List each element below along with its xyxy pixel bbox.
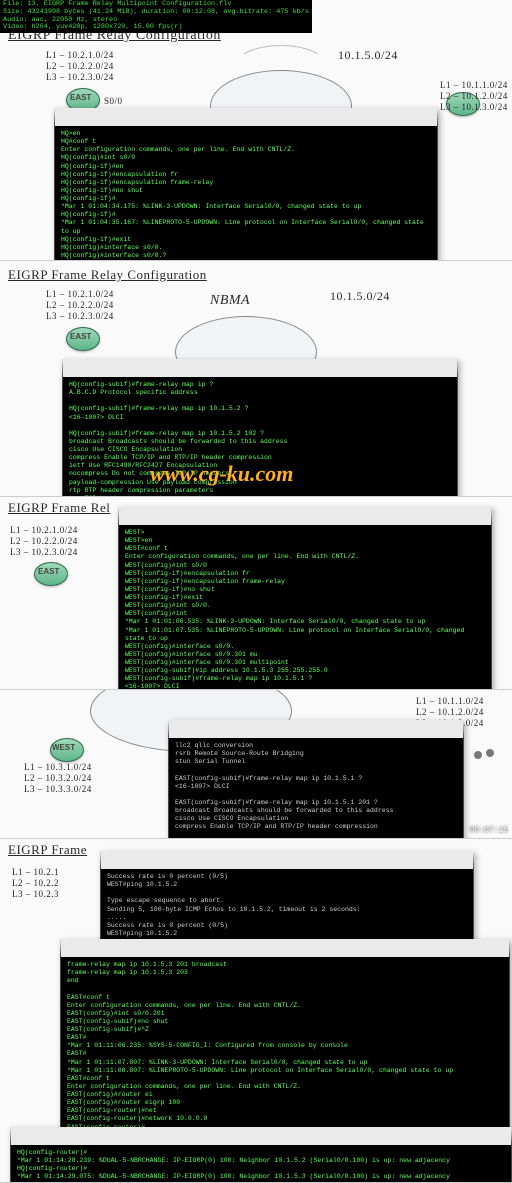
terminal-title-1: HQ [77,110,91,121]
panel-3: EIGRP Frame Rel L1 – 10.2.1.0/24 L2 – 10… [0,497,512,690]
terminal-west-3[interactable]: WEST –□× WEST>WEST>enWEST#conf tEnter co… [118,507,492,690]
terminal-icon [65,942,77,954]
maximize-button[interactable]: □ [468,942,486,954]
east-networks-3: L1 – 10.2.1.0/24 L2 – 10.2.2.0/24 L3 – 1… [10,525,78,557]
east-networks-1: L1 – 10.2.1.0/24 L2 – 10.2.2.0/24 L3 – 1… [46,50,114,82]
minimize-button[interactable]: – [397,362,415,374]
minimize-button[interactable]: – [403,723,421,735]
meta-video: Video: h264, yuv420p, 1280x720, 15.00 fp… [3,24,309,32]
panel3-title: EIGRP Frame Rel [8,500,110,516]
maximize-button[interactable]: □ [422,723,440,735]
maximize-button[interactable]: □ [416,362,434,374]
panel2-title: EIGRP Frame Relay Configuration [8,267,207,283]
flower-icon [472,745,500,767]
minimize-button[interactable]: – [413,854,431,866]
serial-interface-1: S0/0 [104,96,123,107]
terminal-hq-1[interactable]: HQ –□× HQ>enHQ#conf tEnter configuration… [54,108,438,261]
terminal-output-west-5[interactable]: Success rate is 0 percent (0/5)WEST#ping… [107,873,467,938]
terminal-output-4[interactable]: llc2 qllc conversion rsrb Remote Source-… [175,742,457,831]
west-networks-1: L1 – 10.1.1.0/24 L2 – 10.1.2.0/24 L3 – 1… [440,80,508,112]
terminal-hq-5[interactable]: HQ HQ(config-router)#*Mar 1 01:14:28.239… [10,1127,512,1183]
terminal-east-5[interactable]: EAST –□× frame-relay map ip 10.1.5.3 201… [60,939,510,1146]
terminal-title-4: EAST [191,722,215,733]
terminal-hq-2[interactable]: HQ –□× HQ(config-subif)#frame-relay map … [62,359,458,497]
window-controls-west-5[interactable]: –□× [412,854,469,866]
east-networks-5: L1 – 10.2.1 L2 – 10.2.2 L3 – 10.2.3 [12,867,59,899]
terminal-title-2: HQ [85,361,99,372]
nbma-label: NBMA [210,293,250,309]
minimize-button[interactable]: – [377,111,395,123]
terminal-icon [59,111,71,123]
close-button[interactable]: × [435,362,453,374]
timestamp-4: 00:07:15 [470,826,508,835]
terminal-output-1[interactable]: HQ>enHQ#conf tEnter configuration comman… [61,130,431,261]
terminal-title-3: WEST [141,509,167,520]
terminal-title-hq-5: HQ [33,1129,47,1140]
close-button[interactable]: × [451,854,469,866]
minimize-button[interactable]: – [431,510,449,522]
router-west-label-4: WEST [52,743,75,752]
window-controls-east-5[interactable]: –□× [448,942,505,954]
router-east-label: EAST [70,93,91,102]
window-controls-3[interactable]: –□× [430,510,487,522]
panel-1: File: 13. EIGRP Frame Relay Multipoint C… [0,0,512,261]
file-metadata: File: 13. EIGRP Frame Relay Multipoint C… [0,0,312,33]
panel-4: WEST L1 – 10.3.1.0/24 L2 – 10.3.2.0/24 L… [0,690,512,839]
router-east-label-3: EAST [38,567,59,576]
terminal-icon [105,854,117,866]
panel-2: EIGRP Frame Relay Configuration L1 – 10.… [0,261,512,497]
terminal-icon [123,510,135,522]
cloud-subnet-2: 10.1.5.0/24 [330,289,390,304]
maximize-button[interactable]: □ [450,510,468,522]
east-networks-2: L1 – 10.2.1.0/24 L2 – 10.2.2.0/24 L3 – 1… [46,289,114,321]
router-east-label-2: EAST [70,332,91,341]
close-button[interactable]: × [487,942,505,954]
maximize-button[interactable]: □ [432,854,450,866]
terminal-output-east-5[interactable]: frame-relay map ip 10.1.5.3 201 broadcas… [67,961,503,1146]
terminal-title-east-5: EAST [83,941,107,952]
window-controls-4[interactable]: –□× [402,723,459,735]
terminal-title-west-5: WEST [123,853,149,864]
west-networks-4: L1 – 10.3.1.0/24 L2 – 10.3.2.0/24 L3 – 1… [24,762,92,794]
terminal-icon [173,723,185,735]
terminal-output-2[interactable]: HQ(config-subif)#frame-relay map ip ? A.… [69,381,451,497]
cloud-subnet-1: 10.1.5.0/24 [338,48,398,63]
maximize-button[interactable]: □ [396,111,414,123]
terminal-output-3[interactable]: WEST>WEST>enWEST#conf tEnter configurati… [125,529,485,690]
window-controls-2[interactable]: –□× [396,362,453,374]
close-button[interactable]: × [469,510,487,522]
terminal-icon [15,1130,27,1142]
close-button[interactable]: × [441,723,459,735]
panel5-title: EIGRP Frame [8,842,87,858]
terminal-icon [67,362,79,374]
close-button[interactable]: × [415,111,433,123]
terminal-east-4[interactable]: EAST –□× llc2 qllc conversion rsrb Remot… [168,720,464,839]
window-controls-1[interactable]: –□× [376,111,433,123]
panel-5: EIGRP Frame L1 – 10.2.1 L2 – 10.2.2 L3 –… [0,839,512,1183]
minimize-button[interactable]: – [449,942,467,954]
